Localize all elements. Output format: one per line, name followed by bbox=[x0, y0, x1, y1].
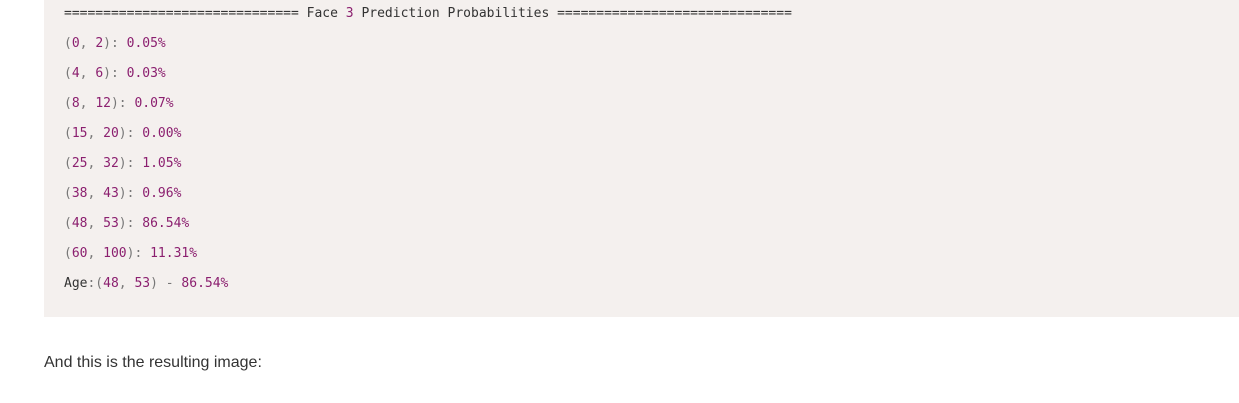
probability-row: (0, 2): 0.05% bbox=[64, 36, 166, 51]
banner-right-rule: ============================== bbox=[557, 6, 792, 21]
banner-line: ============================== Face 3 Pr… bbox=[64, 6, 792, 22]
probability-row: (4, 6): 0.03% bbox=[64, 66, 166, 81]
banner-left-rule: ============================== bbox=[64, 6, 299, 21]
age-result-line: Age:(48, 53) - 86.54% bbox=[64, 276, 229, 291]
age-low: 48 bbox=[103, 276, 119, 291]
probability-row: (60, 100): 11.31% bbox=[64, 246, 198, 261]
age-probability: 86.54% bbox=[181, 276, 229, 291]
banner-title-prefix: Face bbox=[306, 6, 338, 21]
probability-row: (15, 20): 0.00% bbox=[64, 126, 182, 141]
probability-row: (38, 43): 0.96% bbox=[64, 186, 182, 201]
prose-paragraph: And this is the resulting image: bbox=[44, 354, 262, 371]
age-label: Age bbox=[64, 276, 88, 291]
age-high: 53 bbox=[134, 276, 151, 291]
banner-title-suffix: Prediction Probabilities bbox=[361, 6, 550, 21]
probability-row: (25, 32): 1.05% bbox=[64, 156, 182, 171]
probability-row: (48, 53): 86.54% bbox=[64, 216, 190, 231]
code-output-block: ============================== Face 3 Pr… bbox=[44, 0, 1239, 317]
banner-face-number: 3 bbox=[345, 6, 354, 21]
probability-row: (8, 12): 0.07% bbox=[64, 96, 174, 111]
